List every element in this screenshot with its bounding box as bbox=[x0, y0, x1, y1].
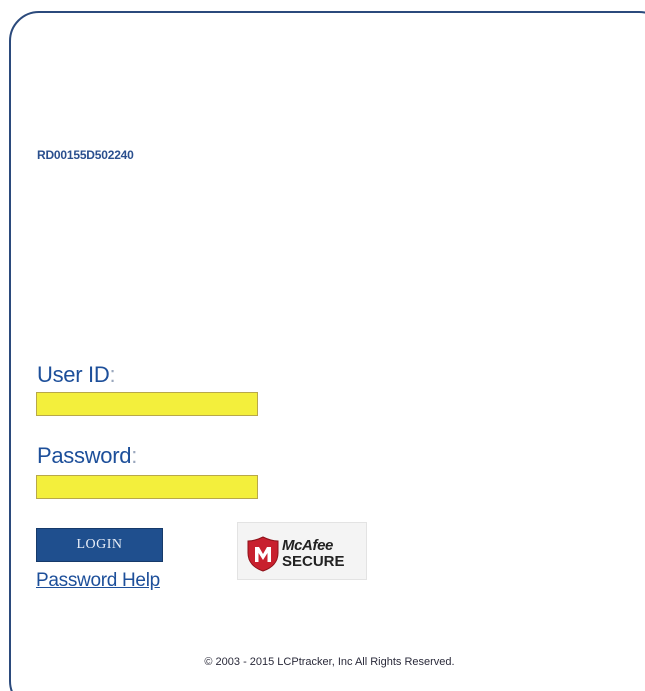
mcafee-secure-badge[interactable]: McAfee SECURE bbox=[237, 522, 367, 580]
user-id-label-colon: : bbox=[109, 362, 116, 387]
password-label-text: Password bbox=[37, 443, 132, 468]
session-id-text: RD00155D502240 bbox=[37, 148, 134, 162]
password-label: Password: bbox=[37, 443, 137, 469]
password-input[interactable] bbox=[36, 475, 258, 499]
user-id-label-text: User ID bbox=[37, 362, 110, 387]
mcafee-brand-text: McAfee bbox=[282, 537, 333, 554]
password-help-link[interactable]: Password Help bbox=[36, 570, 160, 592]
password-label-colon: : bbox=[131, 443, 138, 468]
copyright-footer: © 2003 - 2015 LCPtracker, Inc All Rights… bbox=[204, 656, 455, 668]
user-id-input[interactable] bbox=[36, 392, 258, 416]
mcafee-secure-text: SECURE bbox=[282, 553, 345, 570]
mcafee-shield-icon bbox=[247, 536, 279, 572]
user-id-label: User ID: bbox=[37, 362, 116, 388]
login-button[interactable]: LOGIN bbox=[36, 528, 163, 562]
